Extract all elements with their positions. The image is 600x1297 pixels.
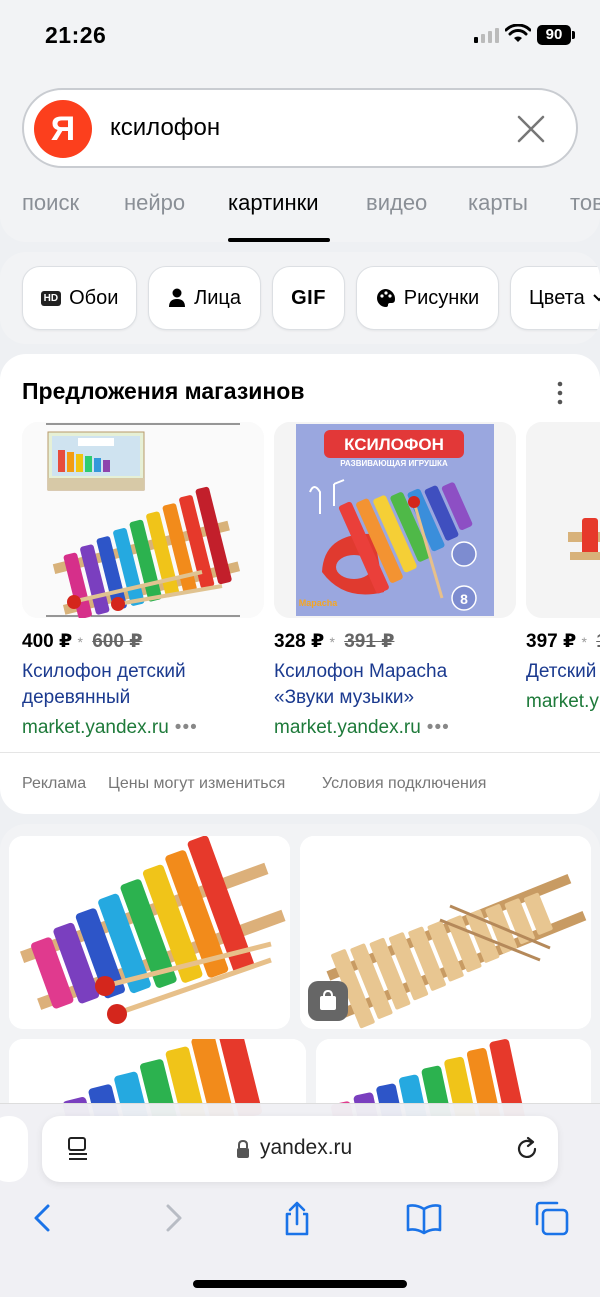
tab-maps[interactable]: карты <box>468 190 528 216</box>
chip-wallpapers[interactable]: HD Обои <box>22 266 137 330</box>
product-image[interactable] <box>526 422 600 618</box>
address-bar[interactable]: yandex.ru <box>42 1116 558 1182</box>
section-title: Предложения магазинов <box>22 378 305 404</box>
tab-neuro[interactable]: нейро <box>124 190 185 216</box>
back-icon[interactable] <box>26 1200 62 1236</box>
active-tab-indicator <box>228 238 330 242</box>
product-old-price: 391 ₽ <box>344 631 395 652</box>
status-time: 21:26 <box>45 22 107 48</box>
product-price-line: 397 ₽ * 1 <box>526 630 600 653</box>
forward-icon[interactable] <box>154 1200 190 1236</box>
image-result[interactable] <box>300 836 591 1029</box>
asterisk: * <box>329 634 335 650</box>
battery-icon: 90 <box>537 25 575 45</box>
palette-icon <box>376 289 395 307</box>
person-icon <box>169 288 186 307</box>
product-image[interactable]: КСИЛОФОН РАЗВИВАЮЩАЯ ИГРУШКА 8 Mapacha <box>274 422 516 618</box>
chip-label: Цвета <box>529 286 585 309</box>
product-price: 328 ₽ <box>274 631 325 652</box>
box-title: КСИЛОФОН <box>344 435 444 454</box>
product-host[interactable]: market.y <box>526 691 600 713</box>
more-icon[interactable]: ••• <box>175 717 198 738</box>
tab-goods[interactable]: тов <box>570 190 600 216</box>
asterisk: * <box>77 634 83 650</box>
tabs-icon[interactable] <box>533 1200 569 1236</box>
prices-disclaimer[interactable]: Цены могут измениться <box>108 775 285 793</box>
shop-offers: Предложения магазинов 400 ₽ * 600 ₽ Ксил… <box>0 354 600 814</box>
image-result[interactable] <box>9 836 290 1029</box>
status-bar: 21:26 90 <box>0 0 600 70</box>
cellular-signal-icon <box>474 28 499 43</box>
previous-tab-preview[interactable] <box>0 1116 28 1182</box>
bookmarks-icon[interactable] <box>406 1200 442 1236</box>
yandex-logo[interactable]: Я <box>34 100 92 158</box>
reader-mode-icon[interactable] <box>66 1136 90 1162</box>
chip-label: Обои <box>69 286 119 309</box>
asterisk: * <box>581 634 587 650</box>
chip-drawings[interactable]: Рисунки <box>356 266 499 330</box>
search-header: Я ксилофон поиск нейро картинки видео ка… <box>0 70 600 242</box>
wifi-icon <box>505 24 531 42</box>
product-card[interactable]: 397 ₽ * 1 Детский market.y <box>526 422 600 713</box>
connection-terms-link[interactable]: Условия подключения <box>322 775 486 793</box>
chevron-down-icon <box>593 294 600 302</box>
product-name[interactable]: Ксилофон Mapacha «Звуки музыки» <box>274 659 516 711</box>
lock-icon <box>237 1140 249 1158</box>
product-price: 397 ₽ <box>526 631 577 652</box>
box-brand: Mapacha <box>299 598 339 608</box>
shopping-bag-icon[interactable] <box>308 981 348 1021</box>
box-badge: 8 <box>460 591 468 607</box>
product-price-line: 400 ₽ * 600 ₽ <box>22 630 264 653</box>
product-card[interactable]: 400 ₽ * 600 ₽ Ксилофон детский деревянны… <box>22 422 264 739</box>
product-price: 400 ₽ <box>22 631 73 652</box>
more-icon[interactable]: ••• <box>427 717 450 738</box>
product-name[interactable]: Ксилофон детский деревянный <box>22 659 264 711</box>
product-card[interactable]: КСИЛОФОН РАЗВИВАЮЩАЯ ИГРУШКА 8 Mapacha 3… <box>274 422 516 739</box>
product-image[interactable] <box>22 422 264 618</box>
product-name[interactable]: Детский <box>526 659 600 685</box>
tab-images[interactable]: картинки <box>228 190 319 216</box>
chip-faces[interactable]: Лица <box>148 266 261 330</box>
more-options-icon[interactable] <box>552 380 568 406</box>
reload-icon[interactable] <box>514 1136 540 1162</box>
product-host[interactable]: market.yandex.ru ••• <box>22 717 264 739</box>
ad-label[interactable]: Реклама <box>22 775 86 793</box>
tab-video[interactable]: видео <box>366 190 427 216</box>
box-subtitle: РАЗВИВАЮЩАЯ ИГРУШКА <box>340 459 448 468</box>
home-indicator <box>193 1280 407 1288</box>
chip-gif[interactable]: GIF <box>272 266 345 330</box>
product-old-price: 600 ₽ <box>92 631 143 652</box>
filter-chips: HD Обои Лица GIF Рисунки Цвета <box>0 252 600 344</box>
search-input[interactable]: Я ксилофон <box>22 88 578 168</box>
product-old-price: 1 <box>596 631 600 652</box>
tab-search[interactable]: поиск <box>22 190 79 216</box>
chip-label: Лица <box>194 286 241 309</box>
chip-colors[interactable]: Цвета <box>510 266 600 330</box>
browser-toolbar: yandex.ru <box>0 1103 600 1297</box>
url-text[interactable]: yandex.ru <box>260 1136 352 1160</box>
share-icon[interactable] <box>279 1200 315 1236</box>
shop-footer: Реклама Цены могут измениться Условия по… <box>0 752 600 814</box>
chip-label: Рисунки <box>403 286 480 309</box>
search-query[interactable]: ксилофон <box>110 114 220 142</box>
product-host[interactable]: market.yandex.ru ••• <box>274 717 516 739</box>
close-icon[interactable] <box>516 114 546 144</box>
product-price-line: 328 ₽ * 391 ₽ <box>274 630 516 653</box>
hd-icon: HD <box>40 290 62 306</box>
chip-label: GIF <box>291 286 326 309</box>
